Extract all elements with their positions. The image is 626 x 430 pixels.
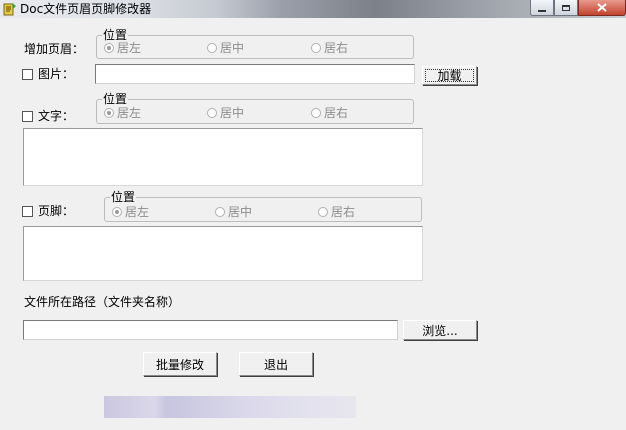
image-checkbox[interactable]: [22, 69, 33, 80]
footer-label: 页脚：: [38, 204, 75, 218]
header-position-title: 位置: [102, 28, 129, 42]
text-position-title: 位置: [102, 92, 129, 106]
header-radio-right[interactable]: 居右: [311, 41, 348, 55]
radio-icon: [318, 207, 328, 217]
load-button[interactable]: 加载: [422, 66, 477, 85]
radio-icon: [104, 108, 114, 118]
image-path-input[interactable]: [95, 64, 415, 84]
footer-radio-left[interactable]: 居左: [112, 205, 149, 219]
radio-icon: [311, 43, 321, 53]
text-radio-left[interactable]: 居左: [104, 106, 141, 120]
minimize-icon: [538, 9, 546, 12]
radio-icon: [215, 207, 225, 217]
folder-path-input[interactable]: [23, 320, 398, 340]
exit-button[interactable]: 退出: [239, 352, 313, 376]
minimize-button[interactable]: [530, 0, 554, 16]
blurred-banner: [104, 396, 356, 418]
footer-checkbox[interactable]: [22, 206, 33, 217]
footer-radio-right[interactable]: 居右: [318, 205, 355, 219]
header-radio-left[interactable]: 居左: [104, 41, 141, 55]
text-content-area[interactable]: [23, 128, 423, 186]
path-label: 文件所在路径（文件夹名称）: [24, 295, 181, 309]
radio-icon: [207, 108, 217, 118]
text-radio-center[interactable]: 居中: [207, 106, 244, 120]
radio-icon: [112, 207, 122, 217]
close-icon: [597, 3, 607, 12]
window-title: Doc文件页眉页脚修改器: [20, 2, 152, 16]
app-icon: [3, 2, 17, 16]
footer-content-area[interactable]: [23, 226, 423, 281]
footer-position-title: 位置: [110, 190, 137, 204]
browse-button[interactable]: 浏览...: [403, 320, 477, 340]
text-position-group: [96, 99, 414, 124]
footer-position-group: [104, 197, 422, 222]
text-radio-right[interactable]: 居右: [311, 106, 348, 120]
radio-icon: [207, 43, 217, 53]
footer-radio-center[interactable]: 居中: [215, 205, 252, 219]
maximize-icon: [562, 4, 570, 11]
close-button[interactable]: [578, 0, 626, 16]
text-label: 文字：: [38, 109, 75, 123]
text-checkbox[interactable]: [22, 111, 33, 122]
radio-icon: [311, 108, 321, 118]
maximize-button[interactable]: [554, 0, 578, 16]
image-label: 图片：: [38, 67, 75, 81]
radio-icon: [104, 43, 114, 53]
header-label: 增加页眉：: [24, 42, 85, 56]
header-radio-center[interactable]: 居中: [207, 41, 244, 55]
header-position-group: [96, 35, 414, 59]
batch-modify-button[interactable]: 批量修改: [143, 352, 217, 376]
